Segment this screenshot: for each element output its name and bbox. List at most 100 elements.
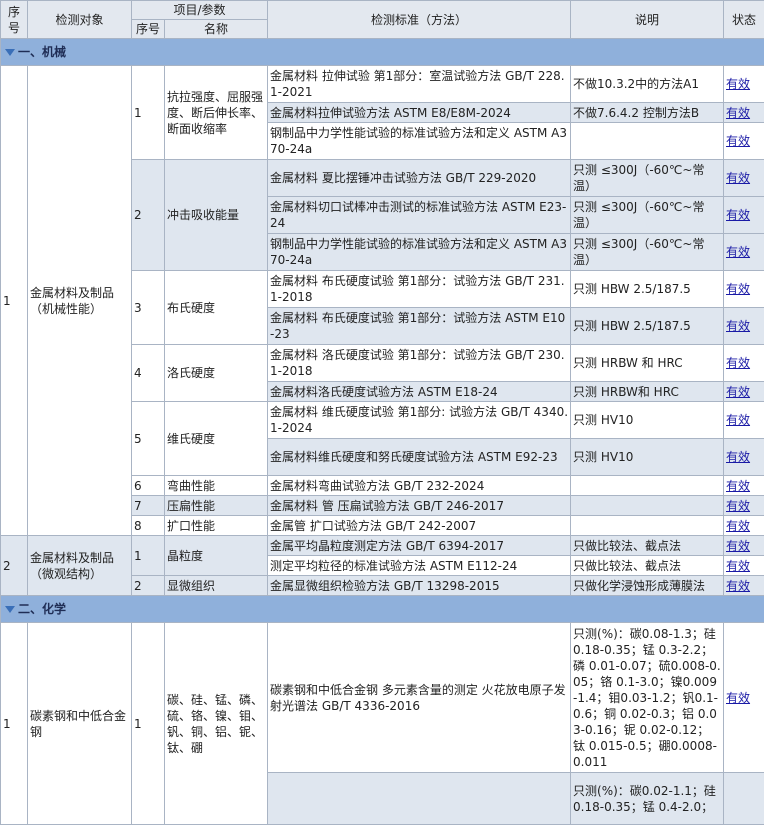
header-item-group: 项目/参数 — [132, 1, 268, 20]
status-link[interactable]: 有效 — [726, 450, 750, 464]
header-seq: 序号 — [1, 1, 28, 39]
status-link[interactable]: 有效 — [726, 479, 750, 493]
scope-table: 序号 检测对象 项目/参数 检测标准（方法） 说明 状态 序号 名称 一、机械 … — [0, 0, 764, 825]
status-link[interactable]: 有效 — [726, 519, 750, 533]
standard-cell: 金属材料 布氏硬度试验 第1部分：试验方法 ASTM E10-23 — [268, 308, 571, 345]
group-seq: 2 — [1, 536, 28, 596]
item-name: 抗拉强度、屈服强度、断后伸长率、断面收缩率 — [165, 66, 268, 160]
standard-cell: 金属材料 布氏硬度试验 第1部分：试验方法 GB/T 231.1-2018 — [268, 271, 571, 308]
note-cell: 不做10.3.2中的方法A1 — [571, 66, 724, 103]
item-name: 维氏硬度 — [165, 402, 268, 476]
status-link[interactable]: 有效 — [726, 413, 750, 427]
item-name: 冲击吸收能量 — [165, 160, 268, 271]
standard-cell: 钢制品中力学性能试验的标准试验方法和定义 ASTM A370-24a — [268, 123, 571, 160]
standard-cell: 金属材料 夏比摆锤冲击试验方法 GB/T 229-2020 — [268, 160, 571, 197]
item-name: 弯曲性能 — [165, 476, 268, 496]
standard-cell: 碳素钢和中低合金钢 多元素含量的测定 火花放电原子发射光谱法 GB/T 4336… — [268, 623, 571, 773]
table-row: 1 碳素钢和中低合金钢 1 碳、硅、锰、磷、硫、铬、镍、钼、钒、铜、铝、铌、钛、… — [1, 623, 764, 773]
note-cell: 只测 HBW 2.5/187.5 — [571, 308, 724, 345]
status-link[interactable]: 有效 — [726, 106, 750, 120]
standard-cell: 金属材料 洛氏硬度试验 第1部分：试验方法 GB/T 230.1-2018 — [268, 345, 571, 382]
group-object: 金属材料及制品（机械性能） — [28, 66, 132, 536]
item-seq: 6 — [132, 476, 165, 496]
standard-cell — [268, 773, 571, 825]
item-seq: 8 — [132, 516, 165, 536]
item-seq: 2 — [132, 576, 165, 596]
item-seq: 2 — [132, 160, 165, 271]
standard-cell: 金属材料洛氏硬度试验方法 ASTM E18-24 — [268, 382, 571, 402]
item-seq: 1 — [132, 623, 165, 825]
status-link[interactable]: 有效 — [726, 499, 750, 513]
note-cell: 只测 ≤300J（-60℃~常温） — [571, 197, 724, 234]
standard-cell: 金属材料 管 压扁试验方法 GB/T 246-2017 — [268, 496, 571, 516]
item-seq: 4 — [132, 345, 165, 402]
header-item-seq: 序号 — [132, 20, 165, 39]
standard-cell: 金属材料弯曲试验方法 GB/T 232-2024 — [268, 476, 571, 496]
note-cell: 只测 HV10 — [571, 402, 724, 439]
note-cell: 只测 ≤300J（-60℃~常温） — [571, 160, 724, 197]
status-link[interactable]: 有效 — [726, 691, 750, 705]
item-name: 洛氏硬度 — [165, 345, 268, 402]
status-link[interactable]: 有效 — [726, 579, 750, 593]
group-seq: 1 — [1, 66, 28, 536]
standard-cell: 测定平均粒径的标准试验方法 ASTM E112-24 — [268, 556, 571, 576]
status-link[interactable]: 有效 — [726, 385, 750, 399]
item-name: 布氏硬度 — [165, 271, 268, 345]
section-row[interactable]: 二、化学 — [1, 596, 764, 623]
note-cell: 只做比较法、截点法 — [571, 556, 724, 576]
standard-cell: 金属材料切口试棒冲击测试的标准试验方法 ASTM E23-24 — [268, 197, 571, 234]
section-row[interactable]: 一、机械 — [1, 39, 764, 66]
section-title: 二、化学 — [18, 602, 66, 616]
standard-cell: 金属显微组织检验方法 GB/T 13298-2015 — [268, 576, 571, 596]
item-seq: 5 — [132, 402, 165, 476]
item-name: 压扁性能 — [165, 496, 268, 516]
note-cell — [571, 123, 724, 160]
status-link[interactable]: 有效 — [726, 245, 750, 259]
status-link[interactable]: 有效 — [726, 539, 750, 553]
item-seq: 1 — [132, 66, 165, 160]
header-status: 状态 — [724, 1, 764, 39]
standard-cell: 金属材料维氏硬度和努氏硬度试验方法 ASTM E92-23 — [268, 439, 571, 476]
note-cell: 只做化学浸蚀形成薄膜法 — [571, 576, 724, 596]
collapse-triangle-icon[interactable] — [5, 49, 15, 56]
section-title: 一、机械 — [18, 45, 66, 59]
item-seq: 7 — [132, 496, 165, 516]
standard-cell: 钢制品中力学性能试验的标准试验方法和定义 ASTM A370-24a — [268, 234, 571, 271]
status-link[interactable]: 有效 — [726, 77, 750, 91]
status-link[interactable]: 有效 — [726, 356, 750, 370]
item-seq: 1 — [132, 536, 165, 576]
standard-cell: 金属材料 维氏硬度试验 第1部分: 试验方法 GB/T 4340.1-2024 — [268, 402, 571, 439]
status-link[interactable]: 有效 — [726, 282, 750, 296]
standard-cell: 金属材料 拉伸试验 第1部分：室温试验方法 GB/T 228.1-2021 — [268, 66, 571, 103]
table-row: 2 金属材料及制品（微观结构） 1 晶粒度 金属平均晶粒度测定方法 GB/T 6… — [1, 536, 764, 556]
note-cell: 只测 HRBW和 HRC — [571, 382, 724, 402]
note-cell: 只测(%)：碳0.08-1.3；硅0.18-0.35；锰 0.3-2.2；磷 0… — [571, 623, 724, 773]
group-object: 金属材料及制品（微观结构） — [28, 536, 132, 596]
status-link[interactable]: 有效 — [726, 319, 750, 333]
note-cell: 只做比较法、截点法 — [571, 536, 724, 556]
standard-cell: 金属管 扩口试验方法 GB/T 242-2007 — [268, 516, 571, 536]
note-cell — [571, 496, 724, 516]
header-standard: 检测标准（方法） — [268, 1, 571, 39]
item-name: 扩口性能 — [165, 516, 268, 536]
item-name: 显微组织 — [165, 576, 268, 596]
status-link[interactable]: 有效 — [726, 559, 750, 573]
header-object: 检测对象 — [28, 1, 132, 39]
note-cell — [571, 516, 724, 536]
collapse-triangle-icon[interactable] — [5, 606, 15, 613]
status-link[interactable]: 有效 — [726, 134, 750, 148]
standard-cell: 金属平均晶粒度测定方法 GB/T 6394-2017 — [268, 536, 571, 556]
status-link[interactable]: 有效 — [726, 171, 750, 185]
status-link[interactable]: 有效 — [726, 208, 750, 222]
table-row: 1 金属材料及制品（机械性能） 1 抗拉强度、屈服强度、断后伸长率、断面收缩率 … — [1, 66, 764, 103]
note-cell: 只测 HRBW 和 HRC — [571, 345, 724, 382]
note-cell: 只测(%)：碳0.02-1.1；硅0.18-0.35；锰 0.4-2.0； — [571, 773, 724, 825]
group-seq: 1 — [1, 623, 28, 825]
item-seq: 3 — [132, 271, 165, 345]
item-name: 碳、硅、锰、磷、硫、铬、镍、钼、钒、铜、铝、铌、钛、硼 — [165, 623, 268, 825]
note-cell: 只测 HV10 — [571, 439, 724, 476]
header-note: 说明 — [571, 1, 724, 39]
note-cell: 只测 HBW 2.5/187.5 — [571, 271, 724, 308]
note-cell: 只测 ≤300J（-60℃~常温） — [571, 234, 724, 271]
header-item-name: 名称 — [165, 20, 268, 39]
